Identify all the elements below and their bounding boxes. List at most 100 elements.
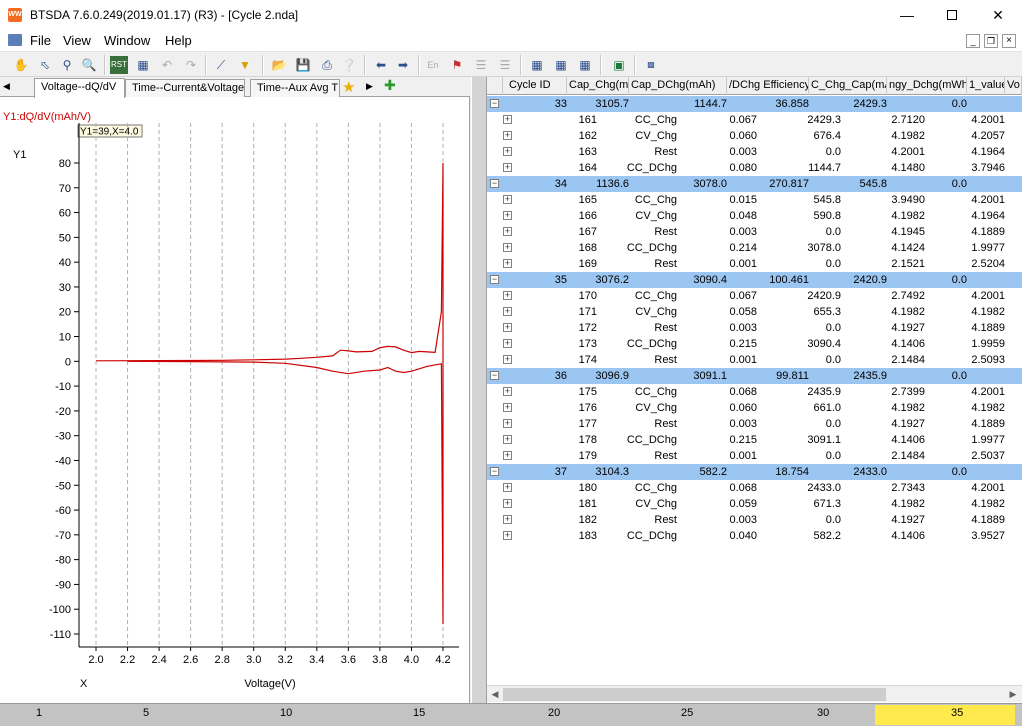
tab-time-current-voltage[interactable]: Time--Current&Voltage xyxy=(125,79,245,97)
tab-scroll-right-icon[interactable]: ▶ xyxy=(366,81,373,92)
tab-voltage-dqdv[interactable]: Voltage--dQ/dV xyxy=(34,78,125,98)
step-row[interactable]: +165 CC_Chg 0.015 545.8 3.9490 4.2001 xyxy=(487,192,1022,208)
step-row[interactable]: +172 Rest 0.003 0.0 4.1927 4.1889 xyxy=(487,320,1022,336)
collapse-icon[interactable]: − xyxy=(490,99,499,108)
step-row[interactable]: +183 CC_DChg 0.040 582.2 4.1406 3.9527 xyxy=(487,528,1022,544)
grid-view-icon[interactable]: ▦ xyxy=(528,56,546,74)
collapse-icon[interactable]: − xyxy=(490,467,499,476)
grid-cell: 3078.0 xyxy=(693,178,727,190)
cycle-row[interactable]: − 37 3104.3 582.2 18.754 2433.0 0.0 xyxy=(487,464,1022,480)
grid-cell: 2429.3 xyxy=(807,114,841,126)
pane-splitter[interactable] xyxy=(471,77,487,703)
step-row[interactable]: +161 CC_Chg 0.067 2429.3 2.7120 4.2001 xyxy=(487,112,1022,128)
save-icon[interactable]: 💾 xyxy=(294,56,312,74)
step-row[interactable]: +162 CV_Chg 0.060 676.4 4.1982 4.2057 xyxy=(487,128,1022,144)
y-tick-label: -100 xyxy=(49,604,71,616)
col-cap-chg[interactable]: Cap_Chg(mAh) xyxy=(567,77,629,95)
col-cycle-id[interactable]: Cycle ID xyxy=(503,77,567,95)
grid-cell: 165 xyxy=(578,194,597,206)
pointer-icon[interactable]: ⬁ xyxy=(36,56,54,74)
col-efficiency[interactable]: /DChg Efficiency xyxy=(727,77,809,95)
line-tool-icon[interactable]: ⟋ xyxy=(212,56,230,74)
cycle-row[interactable]: − 34 1136.6 3078.0 270.817 545.8 0.0 xyxy=(487,176,1022,192)
zoom-icon[interactable]: 🔍 xyxy=(80,56,98,74)
next-icon[interactable]: ➡ xyxy=(394,56,412,74)
step-row[interactable]: +177 Rest 0.003 0.0 4.1927 4.1889 xyxy=(487,416,1022,432)
col-cc-chg-cap[interactable]: C_Chg_Cap(mAh xyxy=(809,77,887,95)
open-folder-icon[interactable]: 📂 xyxy=(270,56,288,74)
data-view-icon[interactable]: ▦ xyxy=(134,56,152,74)
language-icon[interactable]: En xyxy=(424,56,442,74)
scrollbar-thumb[interactable] xyxy=(503,688,886,701)
export-excel-icon[interactable]: ▣ xyxy=(610,56,628,74)
menu-bar: File View Window Help _ ❐ × xyxy=(0,31,1022,51)
dqdv-chart[interactable]: Y1:dQ/dV(mAh/V) Y1=39,X=4.0 Y1 X Voltage(V) 2… xyxy=(0,97,470,703)
step-row[interactable]: +168 CC_DChg 0.214 3078.0 4.1424 1.9977 xyxy=(487,240,1022,256)
zoom-area-icon[interactable]: ⚲ xyxy=(58,56,76,74)
horizontal-scrollbar[interactable]: ◀ ▶ xyxy=(487,685,1022,702)
scroll-left-icon[interactable]: ◀ xyxy=(488,687,502,702)
grid-cell: 3091.1 xyxy=(693,370,727,382)
step-row[interactable]: +174 Rest 0.001 0.0 2.1484 2.5093 xyxy=(487,352,1022,368)
tab-scroll-left-icon[interactable]: ◀ xyxy=(3,81,10,92)
grid-layer-icon[interactable]: ▦ xyxy=(576,56,594,74)
tab-time-aux-avg[interactable]: Time--Aux Avg T xyxy=(250,79,340,97)
mdi-close-button[interactable]: × xyxy=(1002,34,1016,48)
menu-window[interactable]: Window xyxy=(104,33,150,48)
collapse-icon[interactable]: − xyxy=(490,275,499,284)
step-row[interactable]: +181 CV_Chg 0.059 671.3 4.1982 4.1982 xyxy=(487,496,1022,512)
grid-detail-icon[interactable]: ▦ xyxy=(552,56,570,74)
toolbar: ✋ ⬁ ⚲ 🔍 RST ▦ ↶ ↷ ⟋ ▼ 📂 💾 ⎙ ❔ ⬅ ➡ En ⚑ ☰… xyxy=(0,51,1022,77)
cycle-row[interactable]: − 35 3076.2 3090.4 100.461 2420.9 0.0 xyxy=(487,272,1022,288)
print-icon[interactable]: ⎙ xyxy=(318,56,336,74)
scale-alt-icon[interactable]: ☰ xyxy=(496,56,514,74)
col-energy-dchg[interactable]: ngy_Dchg(mWh) xyxy=(887,77,967,95)
redo-icon[interactable]: ↷ xyxy=(182,56,200,74)
collapse-icon[interactable]: − xyxy=(490,179,499,188)
step-row[interactable]: +182 Rest 0.003 0.0 4.1927 4.1889 xyxy=(487,512,1022,528)
reset-icon[interactable]: RST xyxy=(110,56,128,74)
close-button[interactable]: ✕ xyxy=(975,0,1021,30)
maximize-button[interactable] xyxy=(929,0,975,30)
step-row[interactable]: +175 CC_Chg 0.068 2435.9 2.7399 4.2001 xyxy=(487,384,1022,400)
step-row[interactable]: +169 Rest 0.001 0.0 2.1521 2.5204 xyxy=(487,256,1022,272)
scroll-right-icon[interactable]: ▶ xyxy=(1006,687,1020,702)
mdi-restore-button[interactable]: ❐ xyxy=(984,34,998,48)
settings-grid-icon[interactable]: ▩ xyxy=(642,56,660,74)
step-row[interactable]: +167 Rest 0.003 0.0 4.1945 4.1889 xyxy=(487,224,1022,240)
collapse-icon[interactable]: − xyxy=(490,371,499,380)
col-cap-dchg[interactable]: Cap_DChg(mAh) xyxy=(629,77,727,95)
step-row[interactable]: +163 Rest 0.003 0.0 4.2001 4.1964 xyxy=(487,144,1022,160)
cycle-row[interactable]: − 33 3105.7 1144.7 36.858 2429.3 0.0 xyxy=(487,96,1022,112)
mdi-minimize-button[interactable]: _ xyxy=(966,34,980,48)
hand-tool-icon[interactable]: ✋ xyxy=(12,56,30,74)
col-value[interactable]: 1_value xyxy=(967,77,1005,95)
step-row[interactable]: +166 CV_Chg 0.048 590.8 4.1982 4.1964 xyxy=(487,208,1022,224)
step-row[interactable]: +171 CV_Chg 0.058 655.3 4.1982 4.1982 xyxy=(487,304,1022,320)
timeline-selection[interactable] xyxy=(875,705,1015,725)
step-row[interactable]: +173 CC_DChg 0.215 3090.4 4.1406 1.9959 xyxy=(487,336,1022,352)
minimize-button[interactable]: — xyxy=(884,0,930,30)
cycle-timeline-bar[interactable]: 1 5 10 15 20 25 30 35 xyxy=(0,703,1022,726)
cycle-row[interactable]: − 36 3096.9 3091.1 99.811 2435.9 0.0 xyxy=(487,368,1022,384)
add-tab-icon[interactable]: ✚ xyxy=(384,77,396,94)
step-row[interactable]: +180 CC_Chg 0.068 2433.0 2.7343 4.2001 xyxy=(487,480,1022,496)
menu-file[interactable]: File xyxy=(30,33,51,48)
undo-icon[interactable]: ↶ xyxy=(158,56,176,74)
favorite-star-icon[interactable]: ★ xyxy=(342,78,355,96)
col-voltage[interactable]: Vo xyxy=(1005,77,1022,95)
step-row[interactable]: +176 CV_Chg 0.060 661.0 4.1982 4.1982 xyxy=(487,400,1022,416)
step-row[interactable]: +164 CC_DChg 0.080 1144.7 4.1480 3.7946 xyxy=(487,160,1022,176)
help-icon[interactable]: ❔ xyxy=(340,56,358,74)
timeline-tick: 20 xyxy=(548,707,561,719)
step-row[interactable]: +170 CC_Chg 0.067 2420.9 2.7492 4.2001 xyxy=(487,288,1022,304)
menu-help[interactable]: Help xyxy=(165,33,192,48)
step-row[interactable]: +178 CC_DChg 0.215 3091.1 4.1406 1.9977 xyxy=(487,432,1022,448)
previous-icon[interactable]: ⬅ xyxy=(372,56,390,74)
step-row[interactable]: +179 Rest 0.001 0.0 2.1484 2.5037 xyxy=(487,448,1022,464)
filter-icon[interactable]: ▼ xyxy=(236,56,254,74)
grid-cell: 1.9977 xyxy=(971,242,1005,254)
marker-icon[interactable]: ⚑ xyxy=(448,56,466,74)
scale-icon[interactable]: ☰ xyxy=(472,56,490,74)
menu-view[interactable]: View xyxy=(63,33,91,48)
